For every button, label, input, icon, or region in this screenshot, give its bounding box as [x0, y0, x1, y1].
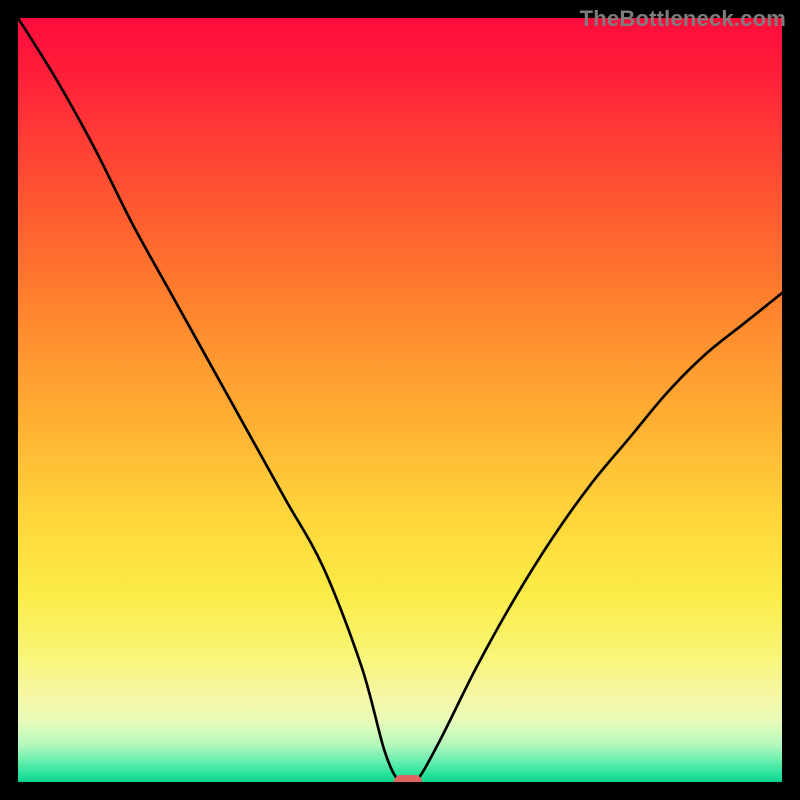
- bottleneck-curve-path: [18, 18, 782, 782]
- watermark-text: TheBottleneck.com: [580, 6, 786, 32]
- plot-area: [18, 18, 782, 782]
- chart-frame: TheBottleneck.com: [0, 0, 800, 800]
- curve-svg: [18, 18, 782, 782]
- min-marker: [394, 775, 422, 782]
